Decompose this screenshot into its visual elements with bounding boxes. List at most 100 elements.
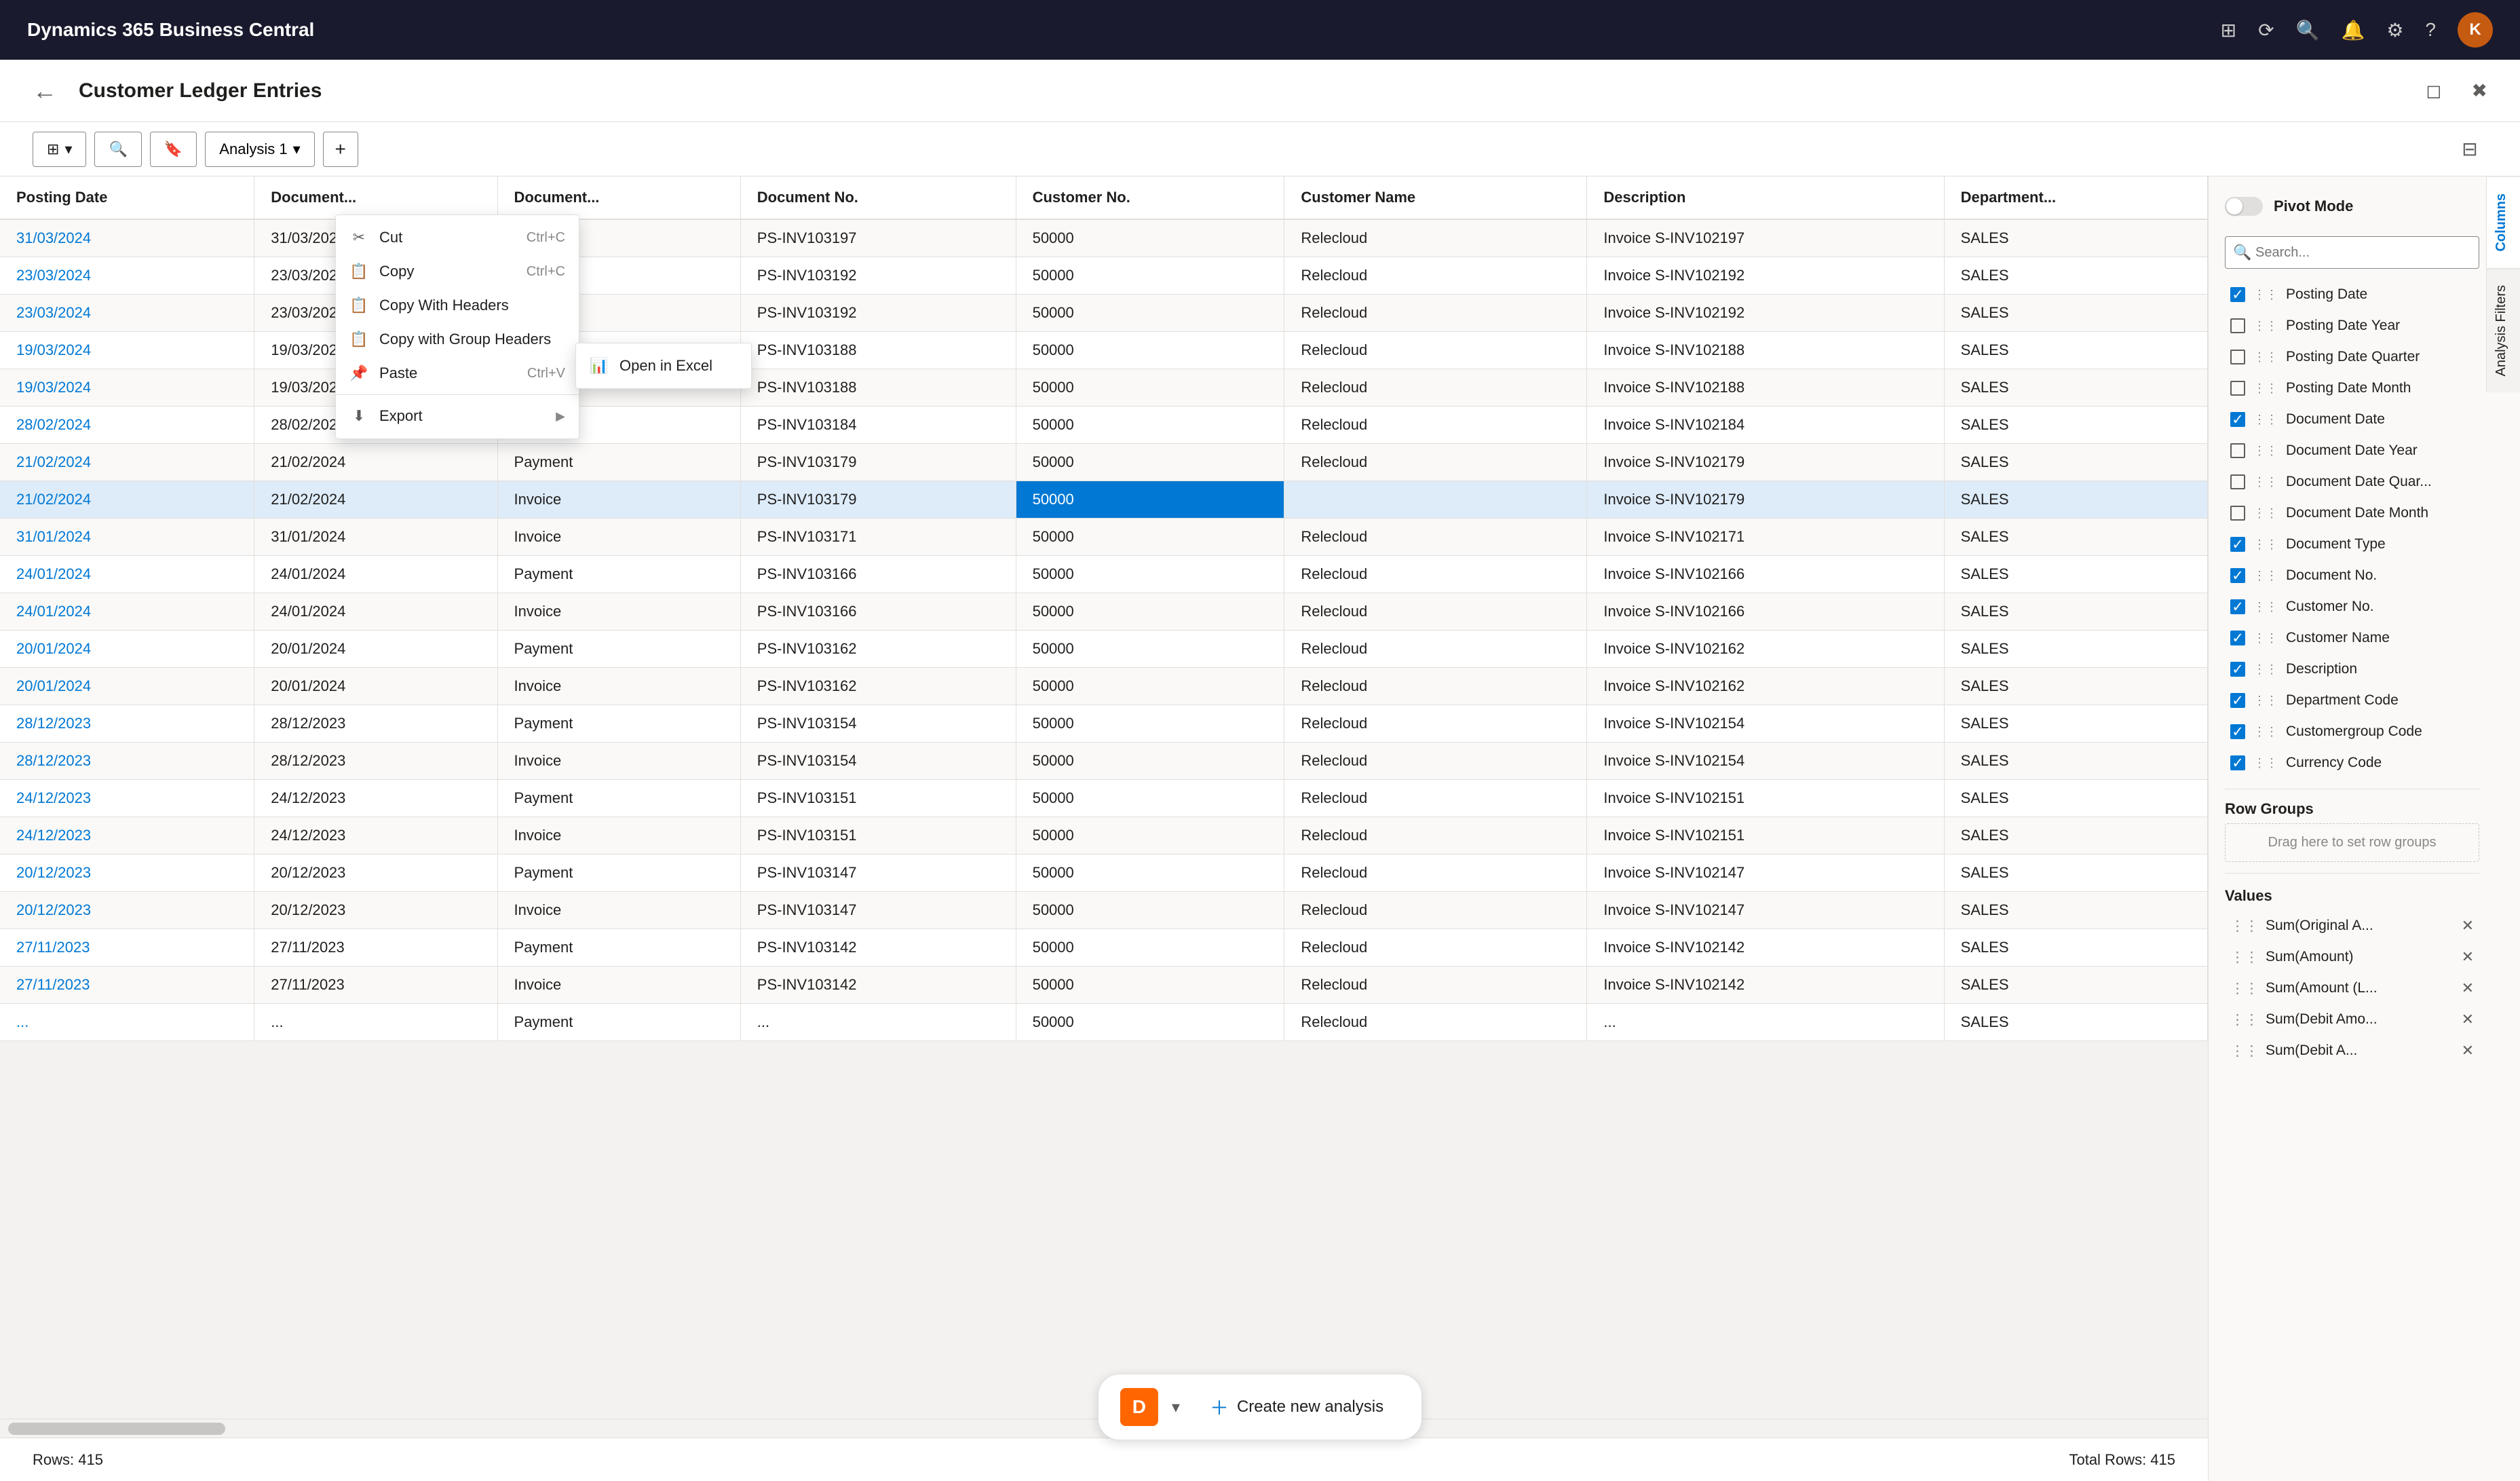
column-list-item[interactable]: ✓⋮⋮Customergroup Code bbox=[2225, 717, 2479, 747]
col-header-customer-name[interactable]: Customer Name bbox=[1284, 176, 1587, 219]
help-icon[interactable]: ? bbox=[2425, 19, 2436, 41]
col-checkbox[interactable]: ✓ bbox=[2230, 631, 2245, 645]
value-drag-handle-icon[interactable]: ⋮⋮ bbox=[2230, 1011, 2259, 1028]
analysis-tab-button[interactable]: Analysis 1 ▾ bbox=[205, 132, 314, 167]
value-drag-handle-icon[interactable]: ⋮⋮ bbox=[2230, 918, 2259, 935]
value-drag-handle-icon[interactable]: ⋮⋮ bbox=[2230, 949, 2259, 966]
column-list-item[interactable]: ✓⋮⋮Posting Date bbox=[2225, 280, 2479, 310]
drag-handle-icon[interactable]: ⋮⋮ bbox=[2253, 538, 2278, 552]
column-list-item[interactable]: ✓⋮⋮Department Code bbox=[2225, 686, 2479, 715]
drag-handle-icon[interactable]: ⋮⋮ bbox=[2253, 756, 2278, 770]
table-cell[interactable]: 50000 bbox=[1016, 631, 1284, 668]
ctx-cut[interactable]: ✂ Cut Ctrl+C bbox=[336, 221, 579, 255]
expand-icon[interactable]: ◻ bbox=[2426, 79, 2441, 102]
add-analysis-button[interactable]: + bbox=[323, 132, 358, 167]
remove-value-button[interactable]: ✕ bbox=[2462, 917, 2474, 935]
collapse-icon[interactable]: ✖ bbox=[2472, 79, 2487, 102]
table-cell[interactable]: 50000 bbox=[1016, 369, 1284, 407]
table-cell[interactable]: 50000 bbox=[1016, 780, 1284, 817]
table-cell[interactable]: 50000 bbox=[1016, 967, 1284, 1004]
column-list-item[interactable]: ⋮⋮Document Date Year bbox=[2225, 436, 2479, 466]
drag-handle-icon[interactable]: ⋮⋮ bbox=[2253, 413, 2278, 427]
ctx-open-excel[interactable]: 📊 Open in Excel bbox=[576, 349, 751, 383]
sync-icon[interactable]: ⟳ bbox=[2258, 19, 2274, 41]
user-avatar[interactable]: K bbox=[2458, 12, 2493, 48]
search-icon[interactable]: 🔍 bbox=[2296, 19, 2320, 41]
table-cell[interactable]: 50000 bbox=[1016, 407, 1284, 444]
create-analysis-button[interactable]: ＋ Create new analysis bbox=[1194, 1385, 1400, 1429]
table-cell[interactable]: 50000 bbox=[1016, 1004, 1284, 1041]
column-list-item[interactable]: ⋮⋮Document Date Quar... bbox=[2225, 467, 2479, 497]
value-drag-handle-icon[interactable]: ⋮⋮ bbox=[2230, 980, 2259, 997]
remove-value-button[interactable]: ✕ bbox=[2462, 948, 2474, 966]
tab-analysis-filters[interactable]: Analysis Filters bbox=[2487, 268, 2520, 392]
col-header-document-no[interactable]: Document No. bbox=[740, 176, 1016, 219]
table-cell[interactable]: 50000 bbox=[1016, 481, 1284, 519]
column-list-item[interactable]: ✓⋮⋮Document No. bbox=[2225, 561, 2479, 590]
drag-handle-icon[interactable]: ⋮⋮ bbox=[2253, 631, 2278, 645]
col-checkbox[interactable]: ✓ bbox=[2230, 537, 2245, 552]
table-cell[interactable]: 50000 bbox=[1016, 743, 1284, 780]
table-cell[interactable]: 50000 bbox=[1016, 705, 1284, 743]
table-cell[interactable]: 50000 bbox=[1016, 519, 1284, 556]
col-checkbox[interactable] bbox=[2230, 506, 2245, 521]
value-list-item[interactable]: ⋮⋮Sum(Amount (L...✕ bbox=[2225, 973, 2479, 1004]
col-checkbox[interactable] bbox=[2230, 474, 2245, 489]
search-button[interactable]: 🔍 bbox=[94, 132, 141, 167]
drag-handle-icon[interactable]: ⋮⋮ bbox=[2253, 350, 2278, 364]
col-header-document-1[interactable]: Document... bbox=[254, 176, 497, 219]
col-checkbox[interactable] bbox=[2230, 318, 2245, 333]
col-checkbox[interactable] bbox=[2230, 443, 2245, 458]
view-button[interactable]: ⊞ ▾ bbox=[33, 132, 86, 167]
tab-columns[interactable]: Columns bbox=[2487, 176, 2520, 268]
settings-icon[interactable]: ⚙ bbox=[2386, 19, 2403, 41]
table-cell[interactable]: 50000 bbox=[1016, 593, 1284, 631]
column-list-item[interactable]: ⋮⋮Posting Date Year bbox=[2225, 311, 2479, 341]
table-scroll[interactable]: Posting Date Document... Document... Doc… bbox=[0, 176, 2208, 1419]
value-list-item[interactable]: ⋮⋮Sum(Debit A...✕ bbox=[2225, 1035, 2479, 1066]
col-header-description[interactable]: Description bbox=[1587, 176, 1944, 219]
remove-value-button[interactable]: ✕ bbox=[2462, 979, 2474, 997]
drag-handle-icon[interactable]: ⋮⋮ bbox=[2253, 662, 2278, 677]
col-checkbox[interactable]: ✓ bbox=[2230, 724, 2245, 739]
table-cell[interactable]: 50000 bbox=[1016, 668, 1284, 705]
drag-handle-icon[interactable]: ⋮⋮ bbox=[2253, 381, 2278, 396]
column-search-input[interactable] bbox=[2225, 236, 2479, 269]
drag-handle-icon[interactable]: ⋮⋮ bbox=[2253, 725, 2278, 739]
grid-icon[interactable]: ⊞ bbox=[2221, 19, 2236, 41]
table-cell[interactable]: 50000 bbox=[1016, 257, 1284, 295]
remove-value-button[interactable]: ✕ bbox=[2462, 1011, 2474, 1028]
column-list-item[interactable]: ✓⋮⋮Customer No. bbox=[2225, 592, 2479, 622]
table-cell[interactable]: 50000 bbox=[1016, 855, 1284, 892]
col-checkbox[interactable]: ✓ bbox=[2230, 693, 2245, 708]
bottom-chevron[interactable]: ▾ bbox=[1172, 1398, 1180, 1417]
column-list-item[interactable]: ✓⋮⋮Customer Name bbox=[2225, 623, 2479, 653]
col-checkbox[interactable]: ✓ bbox=[2230, 662, 2245, 677]
col-header-posting-date[interactable]: Posting Date bbox=[0, 176, 254, 219]
scrollbar-thumb[interactable] bbox=[8, 1423, 225, 1435]
ctx-copy-headers[interactable]: 📋 Copy With Headers bbox=[336, 288, 579, 322]
drag-handle-icon[interactable]: ⋮⋮ bbox=[2253, 600, 2278, 614]
drag-handle-icon[interactable]: ⋮⋮ bbox=[2253, 444, 2278, 458]
col-checkbox[interactable]: ✓ bbox=[2230, 287, 2245, 302]
ctx-export[interactable]: ⬇ Export ▶ bbox=[336, 399, 579, 433]
col-header-department[interactable]: Department... bbox=[1944, 176, 2207, 219]
column-list-item[interactable]: ✓⋮⋮Currency Code bbox=[2225, 748, 2479, 778]
col-header-customer-no[interactable]: Customer No. bbox=[1016, 176, 1284, 219]
bell-icon[interactable]: 🔔 bbox=[2341, 19, 2365, 41]
filter-button[interactable]: ⊟ bbox=[2452, 132, 2487, 167]
drag-handle-icon[interactable]: ⋮⋮ bbox=[2253, 475, 2278, 489]
back-button[interactable]: ← bbox=[33, 77, 57, 105]
table-cell[interactable]: 50000 bbox=[1016, 817, 1284, 855]
col-checkbox[interactable]: ✓ bbox=[2230, 755, 2245, 770]
remove-value-button[interactable]: ✕ bbox=[2462, 1042, 2474, 1060]
ctx-paste[interactable]: 📌 Paste Ctrl+V bbox=[336, 356, 579, 390]
bottom-logo[interactable]: D bbox=[1120, 1388, 1158, 1426]
col-checkbox[interactable]: ✓ bbox=[2230, 568, 2245, 583]
value-list-item[interactable]: ⋮⋮Sum(Debit Amo...✕ bbox=[2225, 1004, 2479, 1035]
col-header-document-2[interactable]: Document... bbox=[497, 176, 740, 219]
col-checkbox[interactable]: ✓ bbox=[2230, 599, 2245, 614]
column-list-item[interactable]: ✓⋮⋮Description bbox=[2225, 654, 2479, 684]
ctx-copy-group-headers[interactable]: 📋 Copy with Group Headers bbox=[336, 322, 579, 356]
drag-handle-icon[interactable]: ⋮⋮ bbox=[2253, 288, 2278, 302]
